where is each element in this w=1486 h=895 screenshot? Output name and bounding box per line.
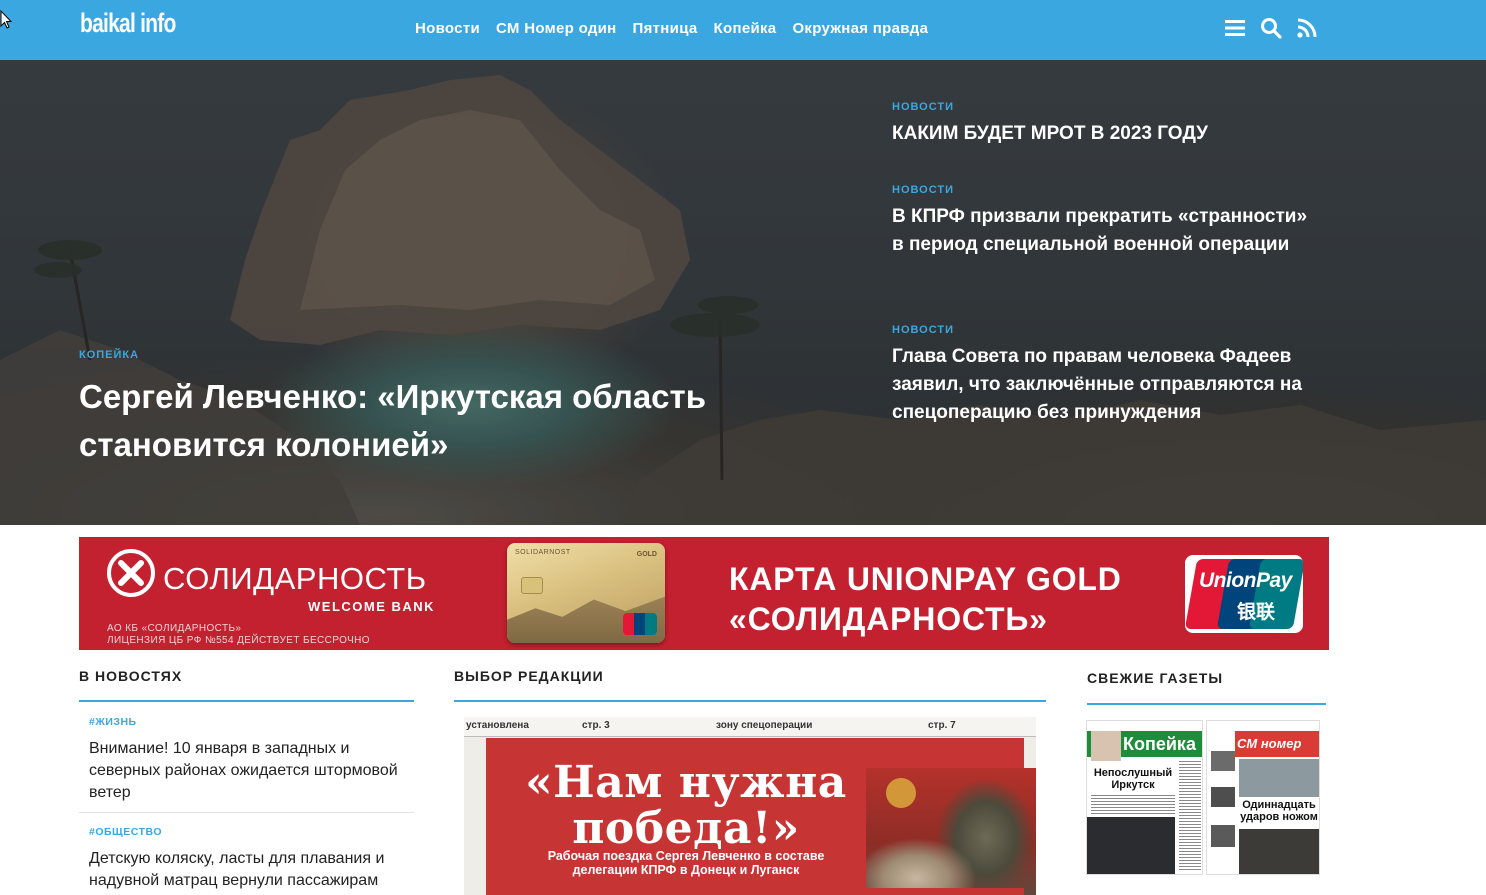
hero-section: КОПЕЙКА Сергей Левченко: «Иркутская обла…: [0, 60, 1486, 525]
news-column-divider: [79, 700, 414, 702]
nav-item-news[interactable]: Новости: [415, 20, 480, 37]
list-item[interactable]: #ОБЩЕСТВО Детскую коляску, ласты для пла…: [79, 826, 414, 892]
bank-slogan: WELCOME BANK: [308, 599, 436, 614]
hero-side-article[interactable]: НОВОСТИ КАКИМ БУДЕТ МРОТ В 2023 ГОДУ: [892, 101, 1312, 148]
hero-side-category[interactable]: НОВОСТИ: [892, 184, 1312, 196]
news-column-heading: В НОВОСТЯХ: [79, 668, 183, 684]
bank-name: СОЛИДАРНОСТЬ: [163, 561, 427, 596]
editor-choice-divider: [454, 700, 1046, 702]
newspaper-front: «Нам нужна победа!» Рабочая поездка Серг…: [486, 738, 1036, 895]
strip-text: зону спецоперации: [716, 720, 813, 731]
main-nav: Новости СМ Номер один Пятница Копейка Ок…: [415, 0, 928, 56]
news-title[interactable]: Детскую коляску, ласты для плавания и на…: [79, 848, 414, 892]
newspaper-thumbnail-kopeyka[interactable]: Копейка Непослушный Иркутск: [1086, 720, 1203, 875]
newspaper-thumbnail-sm-nomer-odin[interactable]: СМ номер один Одиннадцать ударов ножом: [1206, 720, 1320, 875]
solidarnost-banner-ad[interactable]: СОЛИДАРНОСТЬ WELCOME BANK АО КБ «СОЛИДАР…: [79, 537, 1329, 650]
hero-main-category[interactable]: КОПЕЙКА: [79, 349, 839, 361]
newspaper-photo: [866, 768, 1036, 895]
menu-icon[interactable]: [1224, 17, 1246, 39]
banner-title-line: КАРТА UNIONPAY GOLD: [729, 561, 1122, 597]
nav-item-pyatnitsa[interactable]: Пятница: [633, 20, 698, 37]
nav-item-kopeyka[interactable]: Копейка: [714, 20, 777, 37]
site-logo[interactable]: baikal info: [80, 8, 176, 39]
flag-emblem-icon: [886, 778, 916, 808]
card-gold-label: GOLD: [636, 551, 657, 558]
strip-page: стр. 3: [582, 720, 610, 731]
bank-logo-icon: [107, 549, 155, 597]
strip-text: установлена: [466, 720, 529, 731]
thumb-photo: [1211, 825, 1235, 847]
bank-legal-line: АО КБ «СОЛИДАРНОСТЬ»: [107, 623, 242, 634]
nav-item-sm-nomer-odin[interactable]: СМ Номер один: [496, 20, 617, 37]
bank-legal-line: ЛИЦЕНЗИЯ ЦБ РФ №554 ДЕЙСТВУЕТ БЕССРОЧНО: [107, 635, 370, 646]
unionpay-logo: UnionPay 银联: [1185, 555, 1303, 633]
news-title[interactable]: Внимание! 10 января в западных и северны…: [79, 738, 414, 804]
editor-choice-heading: ВЫБОР РЕДАКЦИИ: [454, 668, 604, 684]
masthead-photo: [1091, 731, 1121, 761]
nav-item-okruzhnaya-pravda[interactable]: Окружная правда: [792, 20, 928, 37]
news-separator: [79, 812, 414, 813]
banner-title: КАРТА UNIONPAY GOLD «СОЛИДАРНОСТЬ»: [729, 559, 1122, 639]
card-chip-icon: [521, 577, 543, 594]
newspaper-photo: [1087, 817, 1175, 874]
fresh-papers-divider: [1087, 703, 1326, 705]
card-unionpay-logo: [623, 613, 657, 635]
mouse-cursor-icon: [0, 10, 12, 29]
banner-title-line: «СОЛИДАРНОСТЬ»: [729, 601, 1048, 637]
unionpay-logo-text: UnionPay: [1199, 569, 1292, 592]
newspaper-bottom-bar: [486, 888, 1024, 895]
newspaper-top-strip: установлена стр. 3 зону спецоперации стр…: [464, 717, 1036, 737]
hero-side-article[interactable]: НОВОСТИ В КПРФ призвали прекратить «стра…: [892, 184, 1312, 259]
newspaper-masthead: Копейка: [1123, 734, 1196, 754]
unionpay-logo-chinese: 银联: [1237, 602, 1276, 623]
newspaper-subhead: Рабочая поездка Сергея Левченко в состав…: [547, 849, 825, 877]
rss-icon[interactable]: [1296, 17, 1318, 39]
hero-side-title[interactable]: Глава Совета по правам человека Фадеев з…: [892, 343, 1312, 427]
fresh-papers-heading: СВЕЖИЕ ГАЗЕТЫ: [1087, 670, 1224, 686]
newspaper-photo: [1239, 829, 1319, 874]
newspaper-headline: Непослушный Иркутск: [1093, 767, 1173, 791]
thumb-photo: [1211, 787, 1235, 807]
hero-side-category[interactable]: НОВОСТИ: [892, 101, 1312, 113]
card-brand: SOLIDARNOST: [515, 549, 571, 556]
editor-choice-newspaper[interactable]: установлена стр. 3 зону спецоперации стр…: [464, 717, 1036, 895]
news-tag[interactable]: #ОБЩЕСТВО: [79, 826, 414, 838]
search-icon[interactable]: [1260, 17, 1282, 39]
text-block: [1091, 795, 1175, 815]
hero-main-article[interactable]: КОПЕЙКА Сергей Левченко: «Иркутская обла…: [79, 349, 839, 469]
header-icons: [1224, 17, 1318, 39]
thumb-photo: [1211, 751, 1235, 771]
hero-side-title[interactable]: В КПРФ призвали прекратить «странности» …: [892, 203, 1312, 259]
hero-side-category[interactable]: НОВОСТИ: [892, 324, 1312, 336]
newspaper-photo: [1239, 759, 1319, 797]
hero-side-title[interactable]: КАКИМ БУДЕТ МРОТ В 2023 ГОДУ: [892, 120, 1312, 148]
top-navigation-bar: baikal info Новости СМ Номер один Пятниц…: [0, 0, 1486, 60]
newspaper-headline: «Нам нужна победа!»: [525, 757, 847, 854]
card-image: SOLIDARNOST GOLD: [507, 543, 665, 643]
list-item[interactable]: #ЖИЗНЬ Внимание! 10 января в западных и …: [79, 716, 414, 804]
newspaper-headline: Одиннадцать ударов ножом: [1240, 799, 1318, 823]
bank-legal-text: АО КБ «СОЛИДАРНОСТЬ» ЛИЦЕНЗИЯ ЦБ РФ №554…: [107, 623, 370, 647]
hero-side-article[interactable]: НОВОСТИ Глава Совета по правам человека …: [892, 324, 1312, 427]
news-tag[interactable]: #ЖИЗНЬ: [79, 716, 414, 728]
hero-main-title[interactable]: Сергей Левченко: «Иркутская область стан…: [79, 373, 839, 469]
strip-page: стр. 7: [928, 720, 956, 731]
text-block: [1179, 761, 1201, 871]
